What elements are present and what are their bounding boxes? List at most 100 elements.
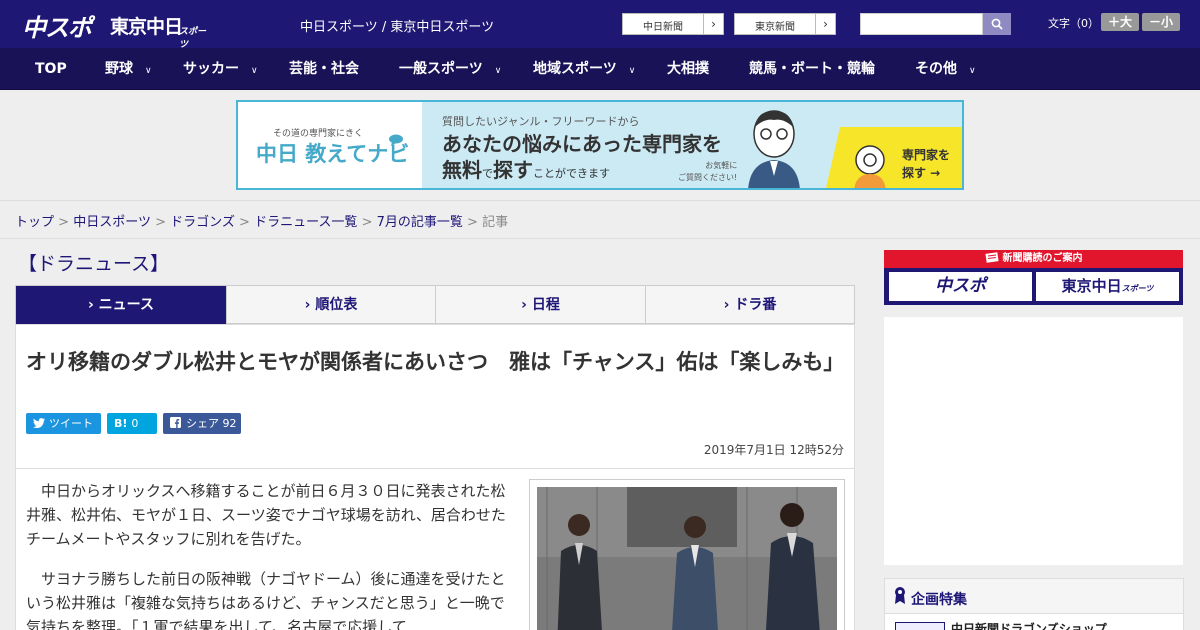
tokyo-chunichi-logo-sub: スポーツ	[1121, 284, 1154, 293]
speech-bubble-icon	[389, 134, 403, 146]
tab-schedule[interactable]: › 日程	[436, 286, 646, 324]
article-headline: オリ移籍のダブル松井とモヤが関係者にあいさつ 雅は「チャンス」佑は「楽しみも」	[26, 350, 845, 374]
banner-search: 探す	[493, 158, 533, 182]
ad-slot	[884, 317, 1183, 565]
breadcrumb-sep: >	[58, 215, 70, 230]
nav-item-other[interactable]: その他 ∨	[915, 48, 976, 90]
nav-item-entertainment[interactable]: 芸能・社会	[289, 48, 359, 90]
feature-item[interactable]: 中日新聞ドラゴンズショップ	[885, 613, 1183, 630]
tweet-button[interactable]: ツイート	[26, 413, 101, 434]
banner-logo-panel: その道の専門家にきく 中日 教えてナビ	[238, 102, 422, 188]
text-size-label: 文字（0）	[1048, 17, 1099, 30]
breadcrumb-chunichi-sports[interactable]: 中日スポーツ	[73, 215, 151, 230]
nav-item-general-sports[interactable]: 一般スポーツ ∨	[399, 48, 501, 90]
nav-label: 地域スポーツ	[533, 61, 617, 77]
article-photo	[537, 487, 837, 630]
feature-title: 企画特集	[911, 592, 967, 608]
text-size-up-button[interactable]: ＋大	[1101, 13, 1139, 31]
tab-marker-icon: ›	[304, 297, 311, 313]
banner-note: お気軽にご質問ください!	[678, 160, 737, 184]
divider	[16, 468, 854, 469]
banner-note-1: お気軽に	[705, 161, 738, 170]
feature-thumbnail	[895, 622, 945, 630]
logo-chusupo: 中スポ	[22, 14, 92, 42]
feature-item-label: 中日新聞ドラゴンズショップ	[951, 622, 1107, 630]
hatena-icon: B!	[114, 417, 128, 430]
logo-sports: スポーツ	[179, 27, 207, 50]
breadcrumb-sep: >	[467, 215, 478, 230]
banner-question: 質問したいジャンル・フリーワードから	[442, 115, 640, 128]
banner-headline-2: 無料で探すことができます	[442, 154, 610, 183]
logo-tokyo-chunichi: 東京中日	[110, 16, 183, 38]
banner-cta-1: 専門家を	[901, 148, 950, 162]
breadcrumb-july-list[interactable]: 7月の記事一覧	[377, 215, 463, 230]
text-size-down-button[interactable]: －小	[1142, 13, 1180, 31]
nav-item-top[interactable]: TOP	[35, 48, 67, 90]
breadcrumb-sep: >	[361, 215, 373, 230]
breadcrumb-current: 記事	[482, 215, 509, 230]
tab-dora-ban[interactable]: › ドラ番	[646, 286, 854, 324]
breadcrumb-dragons[interactable]: ドラゴンズ	[170, 215, 235, 230]
nav-item-baseball[interactable]: 野球 ∨	[105, 48, 152, 90]
nav-item-sumo[interactable]: 大相撲	[667, 48, 709, 90]
tab-marker-icon: ›	[521, 297, 527, 313]
nav-label: 大相撲	[667, 61, 709, 77]
tab-label: 日程	[531, 297, 560, 313]
article-photo-frame[interactable]	[529, 479, 845, 630]
photo-scene	[537, 487, 837, 630]
article-paragraph: サヨナラ勝ちした前日の阪神戦（ナゴヤドーム）後に通達を受けたという松井雅は「複雑…	[26, 570, 506, 630]
facebook-icon	[170, 417, 181, 428]
section-title: 【ドラニュース】	[18, 253, 170, 275]
nav-item-soccer[interactable]: サッカー ∨	[183, 48, 258, 90]
search-button[interactable]	[983, 13, 1011, 35]
tab-label: 順位表	[315, 297, 358, 313]
nav-item-racing[interactable]: 競馬・ボート・競輪	[749, 48, 875, 90]
news-tabs: › ニュース › 順位表 › 日程 › ドラ番	[15, 285, 855, 324]
search-input[interactable]	[860, 13, 983, 35]
tokyo-chunichi-logo[interactable]: 東京中日スポーツ	[1036, 272, 1179, 301]
nav-label: 一般スポーツ	[399, 61, 483, 77]
tab-label: ニュース	[98, 297, 154, 313]
subscription-guide-label: 新聞購読のご案内	[1002, 253, 1083, 264]
chevron-down-icon: ∨	[969, 66, 976, 76]
tweet-label: ツイート	[49, 417, 93, 430]
banner-note-2: ご質問ください!	[678, 173, 738, 182]
twitter-icon	[33, 418, 45, 429]
tokyo-shimbun-link[interactable]: 東京新聞 ›	[734, 13, 836, 35]
breadcrumb-sep: >	[155, 215, 166, 230]
chunichi-shimbun-link[interactable]: 中日新聞 ›	[622, 13, 724, 35]
subscription-guide-banner[interactable]: 新聞購読のご案内 中スポ 東京中日スポーツ	[884, 250, 1183, 305]
site-links[interactable]: 中日スポーツ / 東京中日スポーツ	[300, 16, 494, 35]
nav-item-regional-sports[interactable]: 地域スポーツ ∨	[533, 48, 635, 90]
breadcrumb-sep: >	[239, 215, 250, 230]
breadcrumb: トップ > 中日スポーツ > ドラゴンズ > ドラニュース一覧 > 7月の記事一…	[0, 200, 1200, 239]
chevron-down-icon: ∨	[628, 66, 636, 76]
chusupo-logo[interactable]: 中スポ	[889, 272, 1032, 301]
newspaper-icon	[984, 252, 999, 263]
subscription-guide-header: 新聞購読のご案内	[884, 250, 1183, 268]
award-ribbon-icon	[895, 587, 905, 604]
chunichi-shimbun-label: 中日新聞	[643, 22, 683, 33]
site-logo[interactable]: 中スポ 東京中日 スポーツ	[22, 7, 212, 50]
chusupo-logo-text: 中スポ	[935, 276, 986, 296]
chevron-down-icon: ∨	[494, 66, 502, 76]
oshiete-navi-banner[interactable]: その道の専門家にきく 中日 教えてナビ 質問したいジャンル・フリーワードから あ…	[236, 100, 964, 190]
article-date: 2019年7月1日 12時52分	[703, 443, 844, 457]
site-header: 中スポ 東京中日 スポーツ 中日スポーツ / 東京中日スポーツ 中日新聞 › 東…	[0, 0, 1200, 50]
breadcrumb-top[interactable]: トップ	[15, 215, 54, 230]
feature-box: 企画特集 中日新聞ドラゴンズショップ	[884, 578, 1184, 630]
banner-free: 無料	[442, 158, 482, 182]
facebook-share-button[interactable]: シェア 92	[163, 413, 241, 434]
chevron-right-icon: ›	[703, 14, 723, 34]
tab-news[interactable]: › ニュース	[16, 286, 227, 324]
breadcrumb-dranews-list[interactable]: ドラニュース一覧	[254, 215, 357, 230]
nav-label: 野球	[105, 61, 133, 77]
tab-label: ドラ番	[734, 297, 777, 313]
banner-title: 中日 教えてナビ	[256, 142, 410, 166]
hatena-count: 0	[131, 417, 139, 430]
main-nav: TOP 野球 ∨ サッカー ∨ 芸能・社会 一般スポーツ ∨ 地域スポーツ ∨ 大相撲 …	[0, 48, 1200, 90]
banner-de: で	[482, 167, 493, 180]
tokyo-shimbun-label: 東京新聞	[755, 22, 795, 33]
tab-standings[interactable]: › 順位表	[227, 286, 436, 324]
hatena-bookmark-button[interactable]: B! 0	[107, 413, 157, 434]
